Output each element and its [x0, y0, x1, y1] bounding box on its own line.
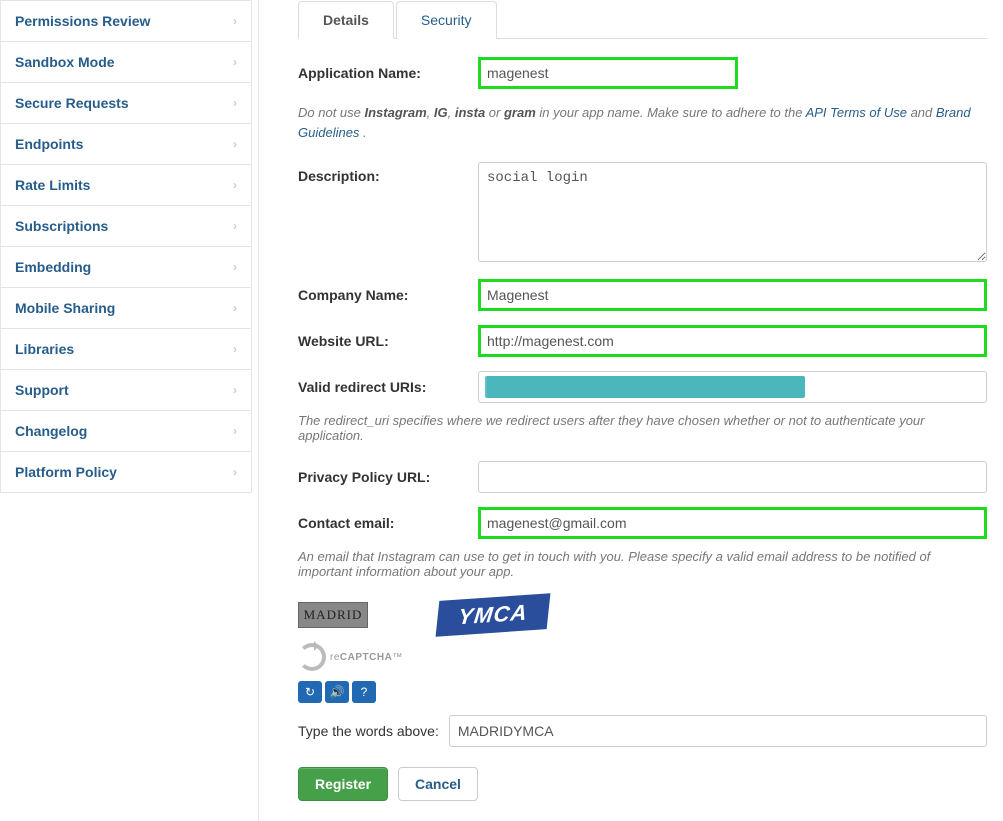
sidebar-item-label: Endpoints	[15, 136, 83, 152]
chevron-right-icon: ›	[233, 465, 237, 479]
sidebar-item-label: Changelog	[15, 423, 87, 439]
chevron-right-icon: ›	[233, 96, 237, 110]
chevron-right-icon: ›	[233, 424, 237, 438]
app-name-input[interactable]	[481, 60, 735, 86]
captcha-type-label: Type the words above:	[298, 723, 439, 739]
sidebar-item-label: Mobile Sharing	[15, 300, 115, 316]
app-name-label: Application Name:	[298, 65, 478, 81]
website-input[interactable]	[481, 328, 984, 354]
chevron-right-icon: ›	[233, 301, 237, 315]
sidebar: Permissions Review › Sandbox Mode › Secure…	[0, 0, 252, 821]
sidebar-item-changelog[interactable]: Changelog ›	[0, 411, 252, 452]
sidebar-item-endpoints[interactable]: Endpoints ›	[0, 124, 252, 165]
company-input[interactable]	[481, 282, 984, 308]
sidebar-item-libraries[interactable]: Libraries ›	[0, 329, 252, 370]
company-highlight	[478, 279, 987, 311]
sidebar-item-subscriptions[interactable]: Subscriptions ›	[0, 206, 252, 247]
chevron-right-icon: ›	[233, 178, 237, 192]
chevron-right-icon: ›	[233, 55, 237, 69]
website-label: Website URL:	[298, 333, 478, 349]
sidebar-item-label: Subscriptions	[15, 218, 108, 234]
sidebar-item-permissions-review[interactable]: Permissions Review ›	[0, 0, 252, 42]
website-highlight	[478, 325, 987, 357]
sidebar-item-label: Embedding	[15, 259, 91, 275]
tab-bar: Details Security	[298, 0, 987, 39]
sidebar-item-platform-policy[interactable]: Platform Policy ›	[0, 452, 252, 493]
captcha-reload-button[interactable]: ↻	[298, 681, 322, 703]
sidebar-item-label: Secure Requests	[15, 95, 129, 111]
chevron-right-icon: ›	[233, 260, 237, 274]
privacy-input[interactable]	[478, 461, 987, 493]
captcha-audio-button[interactable]: 🔊	[325, 681, 349, 703]
contact-highlight	[478, 507, 987, 539]
sidebar-item-mobile-sharing[interactable]: Mobile Sharing ›	[0, 288, 252, 329]
sidebar-item-support[interactable]: Support ›	[0, 370, 252, 411]
company-label: Company Name:	[298, 287, 478, 303]
sidebar-item-embedding[interactable]: Embedding ›	[0, 247, 252, 288]
captcha-input[interactable]	[449, 715, 987, 747]
captcha-image-2: YMCA	[436, 593, 551, 637]
sidebar-item-label: Libraries	[15, 341, 74, 357]
contact-input[interactable]	[481, 510, 984, 536]
app-name-hint: Do not use Instagram, IG, insta or gram …	[298, 103, 987, 142]
captcha-help-button[interactable]: ?	[352, 681, 376, 703]
contact-label: Contact email:	[298, 515, 478, 531]
captcha-area: MADRID YMCA reCAPTCHA™ ↻ 🔊 ? Type the wo…	[298, 597, 987, 747]
api-terms-link[interactable]: API Terms of Use	[806, 105, 907, 120]
recaptcha-refresh-icon	[298, 643, 326, 671]
redirect-label: Valid redirect URIs:	[298, 379, 478, 395]
description-label: Description:	[298, 162, 478, 184]
main-content: Details Security Application Name: Do no…	[252, 0, 1003, 821]
description-input[interactable]: social login	[478, 162, 987, 262]
contact-hint: An email that Instagram can use to get i…	[298, 549, 987, 579]
redirect-hint: The redirect_uri specifies where we redi…	[298, 413, 987, 443]
privacy-label: Privacy Policy URL:	[298, 469, 478, 485]
tab-details[interactable]: Details	[298, 1, 394, 39]
sidebar-item-label: Sandbox Mode	[15, 54, 115, 70]
app-name-highlight	[478, 57, 738, 89]
chevron-right-icon: ›	[233, 342, 237, 356]
tab-security[interactable]: Security	[396, 1, 497, 39]
register-button[interactable]: Register	[298, 767, 388, 801]
sidebar-item-sandbox-mode[interactable]: Sandbox Mode ›	[0, 42, 252, 83]
chevron-right-icon: ›	[233, 14, 237, 28]
cancel-button[interactable]: Cancel	[398, 767, 478, 801]
sidebar-item-label: Platform Policy	[15, 464, 117, 480]
vertical-divider	[258, 0, 259, 821]
sidebar-item-label: Support	[15, 382, 69, 398]
sidebar-item-label: Rate Limits	[15, 177, 90, 193]
captcha-image-1: MADRID	[298, 602, 368, 628]
redacted-bar	[485, 376, 805, 398]
chevron-right-icon: ›	[233, 137, 237, 151]
chevron-right-icon: ›	[233, 383, 237, 397]
redirect-input[interactable]	[478, 371, 987, 403]
sidebar-item-secure-requests[interactable]: Secure Requests ›	[0, 83, 252, 124]
sidebar-item-label: Permissions Review	[15, 13, 150, 29]
recaptcha-logo: reCAPTCHA™	[298, 643, 987, 671]
sidebar-item-rate-limits[interactable]: Rate Limits ›	[0, 165, 252, 206]
chevron-right-icon: ›	[233, 219, 237, 233]
